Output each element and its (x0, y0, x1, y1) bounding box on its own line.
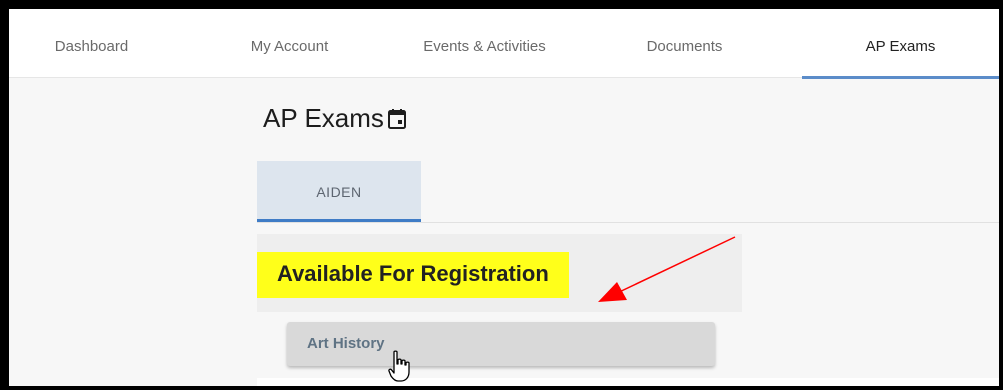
top-navigation: Dashboard My Account Events & Activities… (9, 9, 999, 79)
nav-item-documents[interactable]: Documents (602, 9, 767, 77)
section-heading: Available For Registration (257, 252, 569, 298)
nav-item-ap-exams[interactable]: AP Exams (802, 9, 999, 79)
tab-student-aiden[interactable]: AIDEN (257, 161, 421, 222)
main-content: AP Exams AIDEN Available For Registratio… (257, 77, 999, 386)
calendar-icon (387, 108, 406, 129)
screenshot-border-right (999, 0, 1003, 390)
page-title-text: AP Exams (263, 103, 384, 133)
nav-item-dashboard[interactable]: Dashboard (9, 9, 174, 77)
page: Dashboard My Account Events & Activities… (9, 9, 999, 386)
student-tabs: AIDEN (257, 161, 999, 223)
content-card (257, 378, 999, 386)
available-registration-section: Available For Registration (257, 234, 742, 312)
hand-pointer-icon (388, 350, 410, 382)
page-title: AP Exams (263, 103, 407, 134)
nav-item-my-account[interactable]: My Account (207, 9, 372, 77)
exam-button-art-history[interactable]: Art History (287, 322, 715, 366)
screenshot-border-left (0, 0, 9, 390)
screenshot-border-bottom (0, 386, 1003, 390)
screenshot-border-top (0, 0, 1003, 9)
nav-item-events-activities[interactable]: Events & Activities (402, 9, 567, 77)
